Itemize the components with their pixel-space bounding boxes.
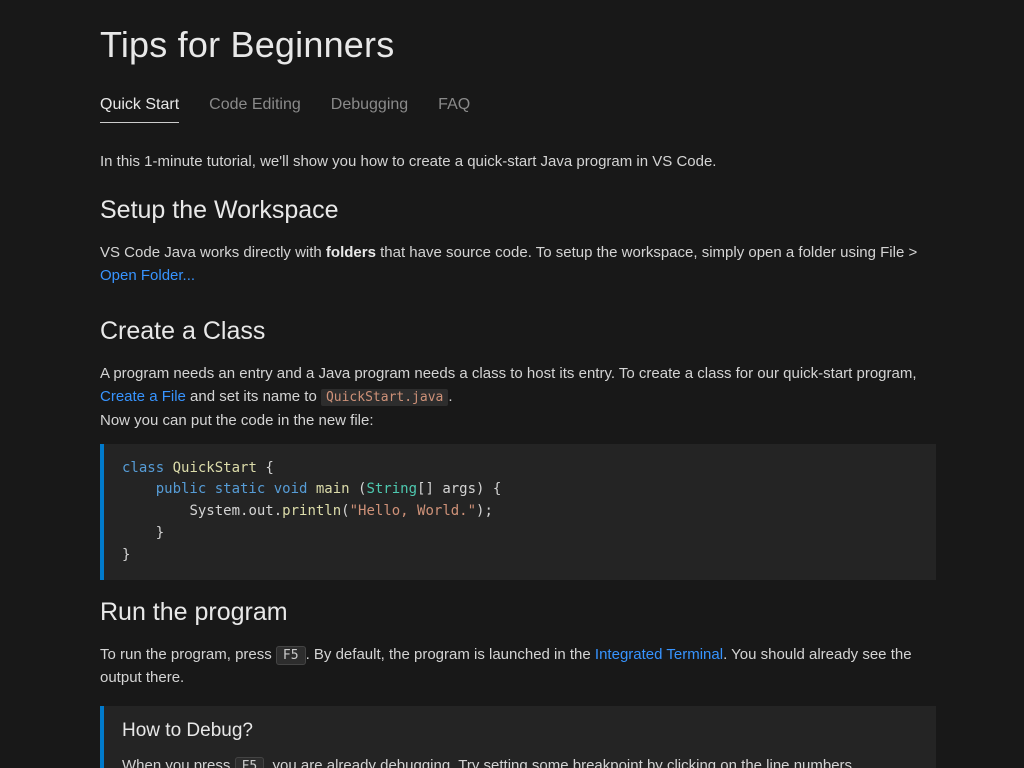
code-text: } <box>122 547 130 563</box>
code-text: } <box>122 525 164 541</box>
text: A program needs an entry and a Java prog… <box>100 365 917 382</box>
tab-faq[interactable]: FAQ <box>438 92 470 123</box>
code-classname: QuickStart <box>173 460 257 476</box>
text: Now you can put the code in the new file… <box>100 412 374 429</box>
code-block: class QuickStart { public static void ma… <box>100 444 936 580</box>
content-area: Tips for Beginners Quick Start Code Edit… <box>0 0 1024 768</box>
debug-callout: How to Debug? When you press F5, you are… <box>100 706 936 768</box>
code-fn: main <box>316 481 350 497</box>
code-keyword: class <box>122 460 164 476</box>
code-fn: println <box>282 503 341 519</box>
tabs: Quick Start Code Editing Debugging FAQ <box>100 92 936 123</box>
text: VS Code Java works directly with <box>100 244 326 261</box>
text: , you are already debugging. Try setting… <box>264 757 852 768</box>
section-setup-heading: Setup the Workspace <box>100 196 936 225</box>
tab-debugging[interactable]: Debugging <box>331 92 408 123</box>
section-create-class-body: A program needs an entry and a Java prog… <box>100 362 936 432</box>
tab-quick-start[interactable]: Quick Start <box>100 92 179 123</box>
open-folder-link[interactable]: Open Folder... <box>100 267 195 284</box>
code-text: System.out. <box>189 503 282 519</box>
section-run-heading: Run the program <box>100 598 936 627</box>
code-text: [] args) { <box>417 481 501 497</box>
text: . By default, the program is launched in… <box>306 646 595 663</box>
filename-code: QuickStart.java <box>321 389 448 406</box>
key-f5: F5 <box>235 757 265 768</box>
text: . <box>448 388 452 405</box>
text: that have source code. To setup the work… <box>376 244 917 261</box>
section-run-body: To run the program, press F5. By default… <box>100 643 936 690</box>
page-title: Tips for Beginners <box>100 24 936 66</box>
code-keyword: public static void <box>156 481 308 497</box>
code-text: ( <box>350 481 367 497</box>
integrated-terminal-link[interactable]: Integrated Terminal <box>595 646 723 663</box>
tips-page: Tips for Beginners Quick Start Code Edit… <box>0 0 1024 768</box>
text: When you press <box>122 757 235 768</box>
callout-body: When you press F5, you are already debug… <box>122 754 918 768</box>
text: To run the program, press <box>100 646 276 663</box>
text: and set its name to <box>186 388 321 405</box>
code-text: ); <box>476 503 493 519</box>
bold-folders: folders <box>326 244 376 261</box>
code-text: ( <box>341 503 349 519</box>
code-text: { <box>257 460 274 476</box>
create-file-link[interactable]: Create a File <box>100 388 186 405</box>
section-setup-body: VS Code Java works directly with folders… <box>100 241 936 288</box>
key-f5: F5 <box>276 646 306 665</box>
code-type: String <box>366 481 417 497</box>
section-create-class-heading: Create a Class <box>100 317 936 346</box>
tab-code-editing[interactable]: Code Editing <box>209 92 301 123</box>
code-string: "Hello, World." <box>350 503 476 519</box>
callout-heading: How to Debug? <box>122 720 918 742</box>
intro-text: In this 1-minute tutorial, we'll show yo… <box>100 151 936 174</box>
